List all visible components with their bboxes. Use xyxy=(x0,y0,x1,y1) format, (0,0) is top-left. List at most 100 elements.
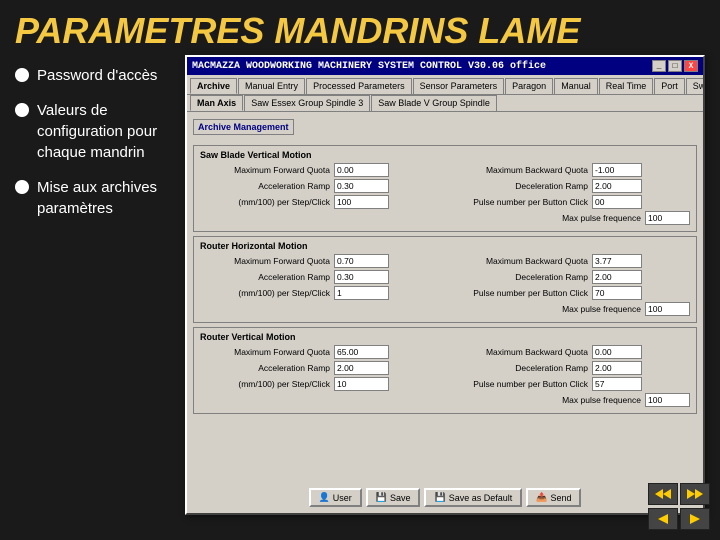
nav-arrow-left-double[interactable] xyxy=(648,483,678,505)
window-controls: _ □ X xyxy=(652,60,698,72)
param-row-2: Acceleration Ramp Deceleration Ramp xyxy=(200,179,690,195)
save-default-icon: 💾 xyxy=(434,492,445,503)
send-button[interactable]: 📤 Send xyxy=(526,488,581,507)
label-max-fwd-1: Maximum Forward Quota xyxy=(200,165,330,175)
save-default-button[interactable]: 💾 Save as Default xyxy=(424,488,522,507)
input-decel-2[interactable] xyxy=(592,270,642,284)
main-window: MACMAZZA WOODWORKING MACHINERY SYSTEM CO… xyxy=(185,55,705,515)
tab-archive[interactable]: Archive xyxy=(190,78,237,94)
bullet-text: Password d'accès xyxy=(37,65,157,86)
tab-saw-blade-v[interactable]: Saw Blade V Group Spindle xyxy=(371,95,497,111)
label-max-fwd-2: Maximum Forward Quota xyxy=(200,256,330,266)
bottom-bar: 👤 User 💾 Save 💾 Save as Default 📤 Send xyxy=(191,488,699,507)
max-pulse-row-3: Max pulse frequence xyxy=(200,393,690,407)
window-titlebar: MACMAZZA WOODWORKING MACHINERY SYSTEM CO… xyxy=(187,57,703,75)
label-accel-1: Acceleration Ramp xyxy=(200,181,330,191)
label-max-pulse-3: Max pulse frequence xyxy=(501,395,641,405)
save-icon: 💾 xyxy=(376,492,387,503)
save-default-label: Save as Default xyxy=(449,493,513,503)
saw-blade-vertical-section: Saw Blade Vertical Motion Maximum Forwar… xyxy=(193,145,697,232)
bullet-text: Valeurs de configuration pour chaque man… xyxy=(37,100,190,163)
send-label: Send xyxy=(550,493,571,503)
nav-arrow-right[interactable] xyxy=(680,508,710,530)
section-title-saw-blade: Saw Blade Vertical Motion xyxy=(200,150,690,160)
label-decel-1: Deceleration Ramp xyxy=(448,181,588,191)
bullet-list: Password d'accès Valeurs de configuratio… xyxy=(15,65,190,233)
tab-paragon[interactable]: Paragon xyxy=(505,78,553,94)
label-max-pulse-2: Max pulse frequence xyxy=(501,304,641,314)
tab-switch[interactable]: Switch xyxy=(686,78,703,94)
tab-bar-row1: Archive Manual Entry Processed Parameter… xyxy=(187,75,703,94)
input-max-bwd-2[interactable] xyxy=(592,254,642,268)
input-max-fwd-1[interactable] xyxy=(334,163,389,177)
label-step-1: (mm/100) per Step/Click xyxy=(200,197,330,207)
page-title: PARAMETRES MANDRINS LAME xyxy=(0,0,720,60)
tab-bar-row2: Man Axis Saw Essex Group Spindle 3 Saw B… xyxy=(187,94,703,112)
user-icon: 👤 xyxy=(319,492,330,503)
bullet-dot xyxy=(15,180,29,194)
input-pulse-2[interactable] xyxy=(592,286,642,300)
label-max-fwd-3: Maximum Forward Quota xyxy=(200,347,330,357)
save-button[interactable]: 💾 Save xyxy=(366,488,421,507)
send-icon: 📤 xyxy=(536,492,547,503)
label-step-2: (mm/100) per Step/Click xyxy=(200,288,330,298)
bullet-text: Mise aux archives paramètres xyxy=(37,177,190,219)
nav-arrows xyxy=(648,483,710,530)
tab-processed-parameters[interactable]: Processed Parameters xyxy=(306,78,412,94)
nav-arrow-right-double[interactable] xyxy=(680,483,710,505)
section-title-router-h: Router Horizontal Motion xyxy=(200,241,690,251)
input-accel-3[interactable] xyxy=(334,361,389,375)
tab-sensor-parameters[interactable]: Sensor Parameters xyxy=(413,78,505,94)
tab-manual-entry[interactable]: Manual Entry xyxy=(238,78,305,94)
section-title-router-v: Router Vertical Motion xyxy=(200,332,690,342)
user-button[interactable]: 👤 User xyxy=(309,488,362,507)
tab-port[interactable]: Port xyxy=(654,78,685,94)
bullet-item: Password d'accès xyxy=(15,65,190,86)
window-title: MACMAZZA WOODWORKING MACHINERY SYSTEM CO… xyxy=(192,61,546,72)
label-pulse-3: Pulse number per Button Click xyxy=(448,379,588,389)
router-vertical-section: Router Vertical Motion Maximum Forward Q… xyxy=(193,327,697,414)
input-pulse-3[interactable] xyxy=(592,377,642,391)
input-pulse-1[interactable] xyxy=(592,195,642,209)
input-decel-1[interactable] xyxy=(592,179,642,193)
input-step-2[interactable] xyxy=(334,286,389,300)
input-max-pulse-2[interactable] xyxy=(645,302,690,316)
maximize-button[interactable]: □ xyxy=(668,60,682,72)
tab-saw-essex[interactable]: Saw Essex Group Spindle 3 xyxy=(244,95,370,111)
max-pulse-row-2: Max pulse frequence xyxy=(200,302,690,316)
label-pulse-1: Pulse number per Button Click xyxy=(448,197,588,207)
input-step-3[interactable] xyxy=(334,377,389,391)
label-max-pulse-1: Max pulse frequence xyxy=(501,213,641,223)
bullet-item: Mise aux archives paramètres xyxy=(15,177,190,219)
window-content: Saw Blade Vertical Motion Maximum Forwar… xyxy=(187,140,703,423)
user-label: User xyxy=(333,493,352,503)
input-max-bwd-3[interactable] xyxy=(592,345,642,359)
bullet-dot xyxy=(15,103,29,117)
minimize-button[interactable]: _ xyxy=(652,60,666,72)
bullet-dot xyxy=(15,68,29,82)
label-accel-2: Acceleration Ramp xyxy=(200,272,330,282)
label-step-3: (mm/100) per Step/Click xyxy=(200,379,330,389)
close-button[interactable]: X xyxy=(684,60,698,72)
input-max-bwd-1[interactable] xyxy=(592,163,642,177)
label-pulse-2: Pulse number per Button Click xyxy=(448,288,588,298)
archive-management-label: Archive Management xyxy=(193,119,294,135)
input-max-pulse-3[interactable] xyxy=(645,393,690,407)
max-pulse-row-1: Max pulse frequence xyxy=(200,211,690,225)
input-step-1[interactable] xyxy=(334,195,389,209)
nav-arrow-left[interactable] xyxy=(648,508,678,530)
input-accel-2[interactable] xyxy=(334,270,389,284)
tab-manual[interactable]: Manual xyxy=(554,78,598,94)
save-label: Save xyxy=(390,493,411,503)
label-max-bwd-3: Maximum Backward Quota xyxy=(448,347,588,357)
tab-real-time[interactable]: Real Time xyxy=(599,78,654,94)
router-horizontal-section: Router Horizontal Motion Maximum Forward… xyxy=(193,236,697,323)
input-max-fwd-2[interactable] xyxy=(334,254,389,268)
tab-man-axis[interactable]: Man Axis xyxy=(190,95,243,111)
input-decel-3[interactable] xyxy=(592,361,642,375)
label-max-bwd-1: Maximum Backward Quota xyxy=(448,165,588,175)
label-max-bwd-2: Maximum Backward Quota xyxy=(448,256,588,266)
input-accel-1[interactable] xyxy=(334,179,389,193)
input-max-pulse-1[interactable] xyxy=(645,211,690,225)
input-max-fwd-3[interactable] xyxy=(334,345,389,359)
